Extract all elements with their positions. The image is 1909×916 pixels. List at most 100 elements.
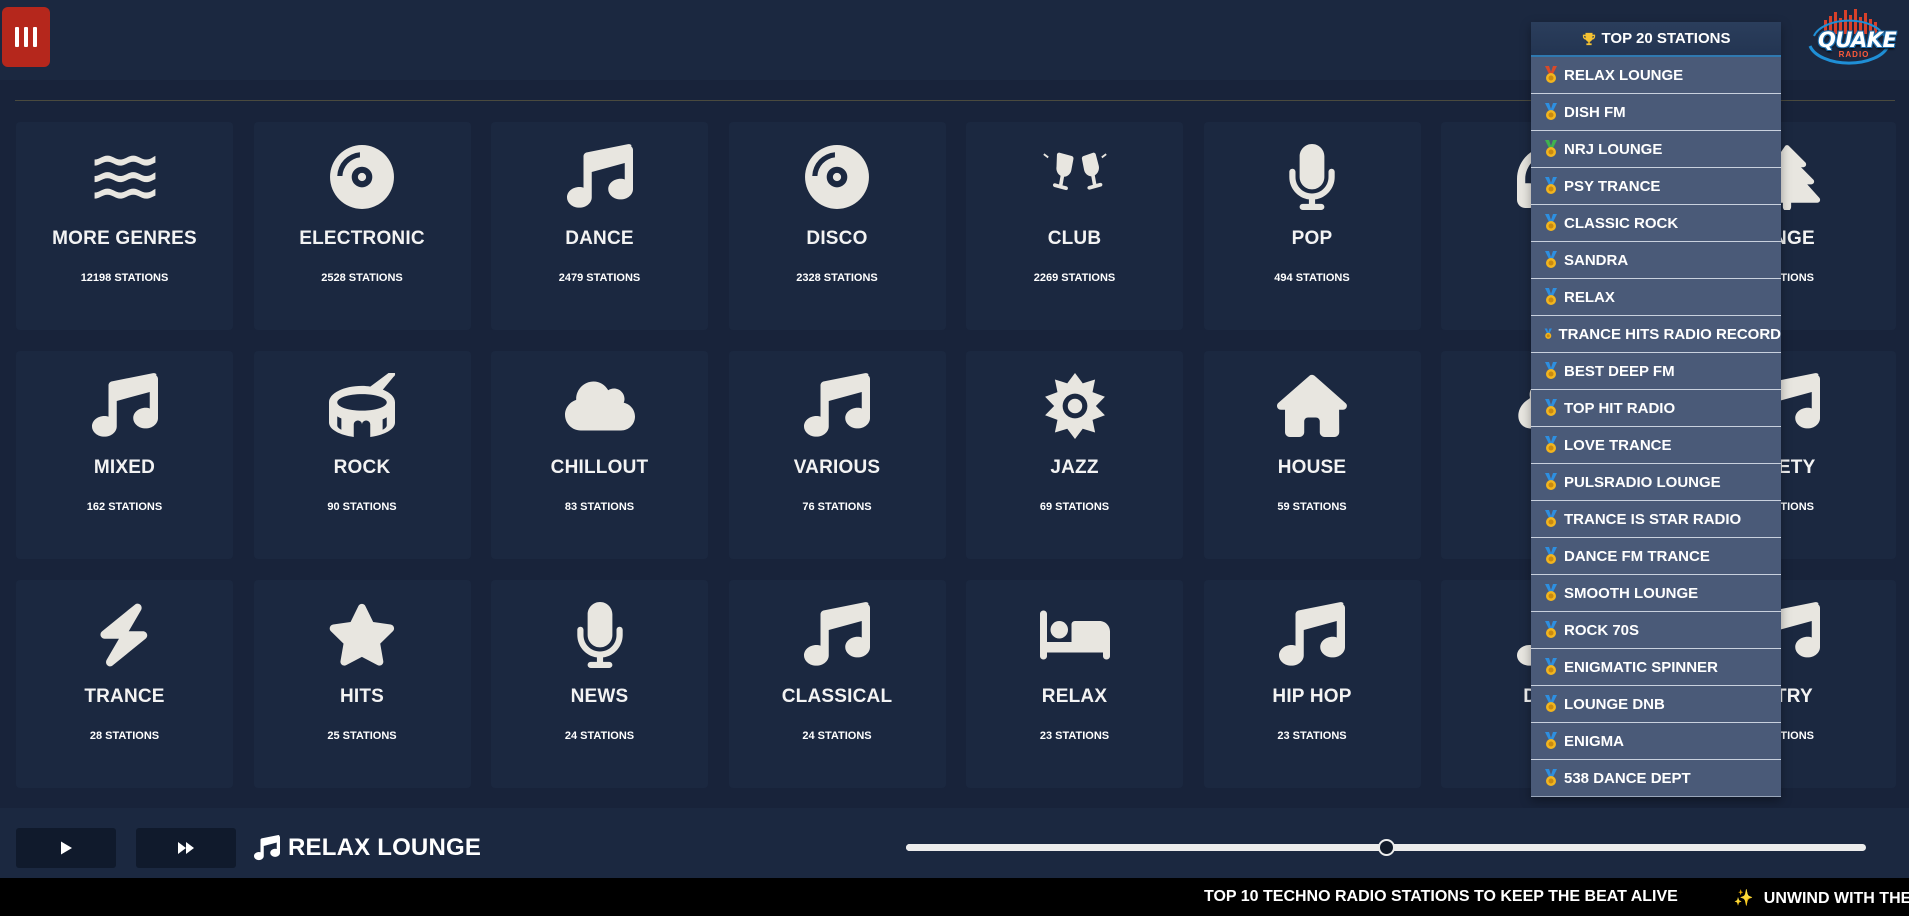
medal-icon [1544, 328, 1552, 339]
music-note-icon [799, 600, 875, 670]
top20-item[interactable]: TOP HIT RADIO [1531, 390, 1781, 427]
genre-station-count: 25 STATIONS [327, 730, 397, 742]
star-icon [324, 600, 400, 670]
top20-item[interactable]: PSY TRANCE [1531, 168, 1781, 205]
genre-station-count: 2328 STATIONS [796, 272, 878, 284]
next-station-button[interactable] [136, 828, 236, 868]
top20-item[interactable]: LOVE TRANCE [1531, 427, 1781, 464]
genre-card[interactable]: ELECTRONIC 2528 STATIONS [253, 122, 471, 330]
genre-card[interactable]: DANCE 2479 STATIONS [491, 122, 708, 330]
medal-icon [1545, 695, 1557, 712]
trophy-icon [1582, 32, 1595, 45]
top20-item[interactable]: CLASSIC ROCK [1531, 205, 1781, 242]
genre-card[interactable]: HIP HOP 23 STATIONS [1203, 580, 1421, 788]
genre-station-count: 12198 STATIONS [80, 272, 169, 284]
menu-button[interactable] [2, 7, 50, 67]
play-button[interactable] [16, 828, 116, 868]
genre-name: DANCE [565, 228, 634, 249]
genre-station-count: 24 STATIONS [564, 730, 635, 742]
genre-station-count: 90 STATIONS [327, 501, 397, 513]
genre-name: JAZZ [1050, 457, 1099, 478]
top20-item[interactable]: TRANCE HITS RADIO RECORD [1531, 316, 1781, 353]
medal-icon [1545, 399, 1557, 416]
genre-card[interactable]: HOUSE 59 STATIONS [1203, 351, 1421, 559]
genre-station-count: 2528 STATIONS [321, 272, 403, 284]
top20-item-name: PULSRADIO LOUNGE [1564, 473, 1721, 491]
top20-title: TOP 20 STATIONS [1601, 30, 1731, 47]
top20-item[interactable]: RELAX LOUNGE [1531, 57, 1781, 94]
medal-icon [1545, 732, 1557, 749]
top20-item[interactable]: 538 DANCE DEPT [1531, 760, 1781, 797]
top20-item[interactable]: RELAX [1531, 279, 1781, 316]
genre-card[interactable]: HITS 25 STATIONS [253, 580, 471, 788]
genre-card[interactable]: CLASSICAL 24 STATIONS [728, 580, 946, 788]
genre-name: HITS [339, 686, 385, 707]
genre-name: VARIOUS [793, 457, 881, 478]
top20-item-name: SMOOTH LOUNGE [1564, 584, 1699, 602]
top20-item-name: TRANCE HITS RADIO RECORD [1558, 325, 1781, 343]
genre-card[interactable]: TRANCE 28 STATIONS [16, 580, 233, 788]
top20-item[interactable]: DISH FM [1531, 94, 1781, 131]
top20-item[interactable]: ENIGMA [1531, 723, 1781, 760]
genre-card[interactable]: NEWS 24 STATIONS [491, 580, 708, 788]
fast-forward-icon [178, 842, 194, 854]
genre-name: NEWS [570, 686, 629, 707]
now-playing-title: RELAX LOUNGE [288, 834, 482, 861]
genre-name: TRANCE [84, 686, 165, 707]
medal-icon [1545, 103, 1557, 120]
top20-item-name: LOVE TRANCE [1564, 436, 1672, 454]
quake-radio-logo[interactable]: QUAKE RADIO [1804, 6, 1897, 72]
medal-icon [1545, 288, 1557, 305]
genre-card[interactable]: JAZZ 69 STATIONS [966, 351, 1183, 559]
top20-item[interactable]: TRANCE IS STAR RADIO [1531, 501, 1781, 538]
medal-icon [1545, 510, 1557, 527]
genre-name: CLASSICAL [781, 686, 893, 707]
genre-card[interactable]: CLUB 2269 STATIONS [966, 122, 1183, 330]
player-bar: RELAX LOUNGE [0, 808, 1909, 878]
genre-card[interactable]: CHILLOUT 83 STATIONS [491, 351, 708, 559]
genre-card[interactable]: RELAX 23 STATIONS [966, 580, 1183, 788]
medal-icon [1545, 177, 1557, 194]
top20-item[interactable]: ROCK 70S [1531, 612, 1781, 649]
ticker-track: TOP 10 TECHNO RADIO STATIONS TO KEEP THE… [1204, 888, 1909, 908]
top20-item[interactable]: SANDRA [1531, 242, 1781, 279]
genre-name: MORE GENRES [52, 228, 197, 249]
genre-card[interactable]: MORE GENRES 12198 STATIONS [16, 122, 233, 330]
genre-card[interactable]: POP 494 STATIONS [1203, 122, 1421, 330]
top20-item[interactable]: PULSRADIO LOUNGE [1531, 464, 1781, 501]
genre-card[interactable]: DISCO 2328 STATIONS [728, 122, 946, 330]
top20-list: RELAX LOUNGE DISH FM NRJ LOUNGE PSY TRANCE C… [1531, 57, 1781, 797]
medal-icon [1545, 362, 1557, 379]
medal-icon [1545, 66, 1557, 83]
drum-icon [324, 371, 400, 441]
top20-item[interactable]: SMOOTH LOUNGE [1531, 575, 1781, 612]
music-note-icon [1274, 600, 1350, 670]
top20-item[interactable]: NRJ LOUNGE [1531, 131, 1781, 168]
medal-icon [1545, 621, 1557, 638]
top20-item-name: DANCE FM TRANCE [1564, 547, 1710, 565]
medal-icon [1545, 547, 1557, 564]
volume-slider[interactable] [906, 839, 1866, 856]
top20-item-name: TOP HIT RADIO [1564, 399, 1676, 417]
top20-item-name: CLASSIC ROCK [1564, 214, 1679, 232]
top20-dropdown: TOP 20 STATIONS RELAX LOUNGE DISH FM NRJ L… [1531, 22, 1781, 797]
genre-card[interactable]: VARIOUS 76 STATIONS [728, 351, 946, 559]
top20-item[interactable]: DANCE FM TRANCE [1531, 538, 1781, 575]
record-icon [324, 142, 400, 212]
top20-item[interactable]: LOUNGE DNB [1531, 686, 1781, 723]
genre-name: HIP HOP [1272, 686, 1352, 707]
music-note-icon [562, 142, 638, 212]
volume-slider-thumb[interactable] [1378, 839, 1395, 856]
menu-bars-icon [15, 27, 19, 47]
waves-icon [87, 142, 163, 212]
top20-item[interactable]: ENIGMATIC SPINNER [1531, 649, 1781, 686]
top20-item[interactable]: BEST DEEP FM [1531, 353, 1781, 390]
top20-item-name: SANDRA [1564, 251, 1629, 269]
ticker-item[interactable]: TOP 10 TECHNO RADIO STATIONS TO KEEP THE… [1204, 888, 1678, 908]
genre-card[interactable]: MIXED 162 STATIONS [16, 351, 233, 559]
ticker-item[interactable]: ✨ UNWIND WITH THE [1734, 888, 1909, 908]
genre-card[interactable]: ROCK 90 STATIONS [253, 351, 471, 559]
top20-header[interactable]: TOP 20 STATIONS [1531, 22, 1781, 57]
sun-icon [1037, 371, 1113, 441]
genre-station-count: 69 STATIONS [1039, 501, 1110, 513]
